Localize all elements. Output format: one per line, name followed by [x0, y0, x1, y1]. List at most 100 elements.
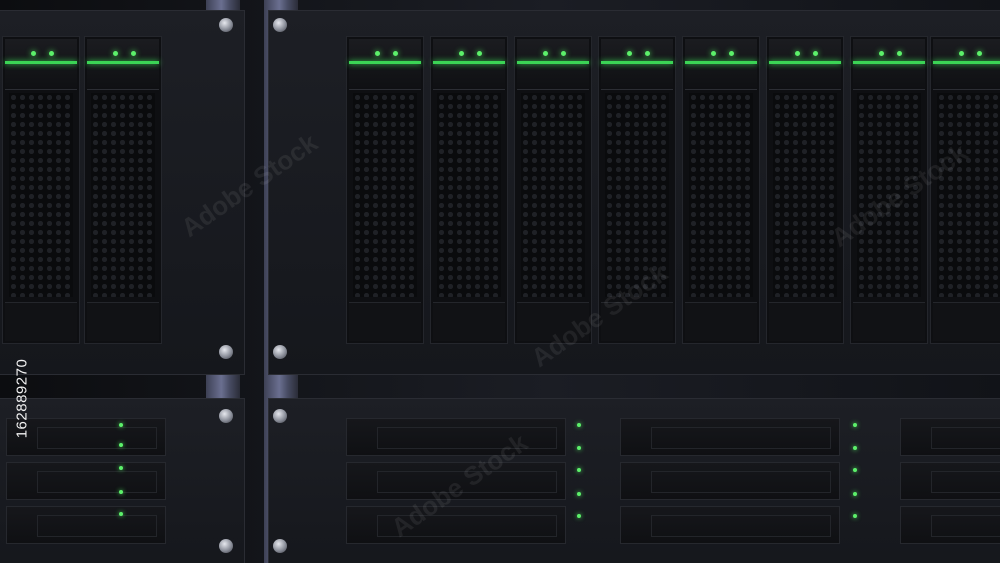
status-led [543, 51, 548, 56]
status-led [393, 51, 398, 56]
status-light-bar [433, 61, 505, 64]
status-led [729, 51, 734, 56]
drive-bay [766, 36, 844, 344]
bay-handle [349, 39, 421, 90]
rack-screw [273, 409, 287, 423]
bay-handle [933, 39, 1000, 90]
status-light-bar [933, 61, 1000, 64]
drive-bay [930, 36, 1000, 344]
server-rack-scene: Adobe Stock Adobe Stock Adobe Stock Adob… [0, 0, 1000, 563]
hex-mesh-grille [773, 93, 837, 297]
rack-screw [219, 345, 233, 359]
hex-mesh-grille [605, 93, 669, 297]
status-led [897, 51, 902, 56]
drive-bay [2, 36, 80, 344]
status-led [879, 51, 884, 56]
drive-sled [346, 506, 566, 544]
status-light-bar [5, 61, 77, 64]
status-light-bar [853, 61, 925, 64]
status-led [853, 468, 857, 472]
status-led [561, 51, 566, 56]
drive-bay [514, 36, 592, 344]
stock-id-label: 162889270 [2, 330, 32, 470]
status-led [477, 51, 482, 56]
rack-screw [219, 409, 233, 423]
hex-mesh-grille [689, 93, 753, 297]
bay-foot [933, 302, 1000, 341]
bay-handle [769, 39, 841, 90]
bay-foot [769, 302, 841, 341]
hex-mesh-grille [353, 93, 417, 297]
status-led [645, 51, 650, 56]
drive-sled [620, 462, 840, 500]
status-led [853, 492, 857, 496]
status-light-bar [685, 61, 757, 64]
status-led [853, 446, 857, 450]
drive-sled [346, 462, 566, 500]
status-led [711, 51, 716, 56]
drive-sled [620, 506, 840, 544]
bay-handle [517, 39, 589, 90]
drive-bay [850, 36, 928, 344]
hex-mesh-grille [437, 93, 501, 297]
bay-handle [601, 39, 673, 90]
status-led [119, 423, 123, 427]
status-led [627, 51, 632, 56]
bay-handle [5, 39, 77, 90]
drive-bay [346, 36, 424, 344]
status-light-bar [517, 61, 589, 64]
hex-mesh-grille [937, 93, 1000, 297]
status-led [459, 51, 464, 56]
status-led [853, 514, 857, 518]
status-led [577, 446, 581, 450]
bay-foot [433, 302, 505, 341]
bay-foot [349, 302, 421, 341]
bay-foot [517, 302, 589, 341]
rack-screw [273, 539, 287, 553]
status-light-bar [349, 61, 421, 64]
status-led [577, 468, 581, 472]
hex-mesh-grille [91, 93, 155, 297]
drive-sled [6, 506, 166, 544]
status-light-bar [87, 61, 159, 64]
bay-foot [685, 302, 757, 341]
status-led [49, 51, 54, 56]
rack-screw [273, 345, 287, 359]
hex-mesh-grille [9, 93, 73, 297]
drive-bay [598, 36, 676, 344]
status-led [131, 51, 136, 56]
status-led [959, 51, 964, 56]
status-led [577, 423, 581, 427]
status-led [813, 51, 818, 56]
bay-foot [853, 302, 925, 341]
bay-handle [685, 39, 757, 90]
drive-sled [900, 506, 1000, 544]
bay-handle [87, 39, 159, 90]
drive-bay [84, 36, 162, 344]
status-led [113, 51, 118, 56]
rack-screw [219, 18, 233, 32]
drive-bay [682, 36, 760, 344]
drive-bay [430, 36, 508, 344]
bay-handle [433, 39, 505, 90]
status-led [119, 490, 123, 494]
status-led [31, 51, 36, 56]
stock-id-text: 162889270 [13, 358, 31, 439]
status-light-bar [769, 61, 841, 64]
drive-sled [900, 418, 1000, 456]
hex-mesh-grille [857, 93, 921, 297]
drive-sled [346, 418, 566, 456]
status-led [977, 51, 982, 56]
bay-foot [87, 302, 159, 341]
status-led [577, 514, 581, 518]
status-led [375, 51, 380, 56]
bay-handle [853, 39, 925, 90]
status-led [577, 492, 581, 496]
status-led [119, 466, 123, 470]
status-led [119, 512, 123, 516]
status-light-bar [601, 61, 673, 64]
bay-foot [601, 302, 673, 341]
status-led [795, 51, 800, 56]
drive-sled [900, 462, 1000, 500]
drive-sled [620, 418, 840, 456]
